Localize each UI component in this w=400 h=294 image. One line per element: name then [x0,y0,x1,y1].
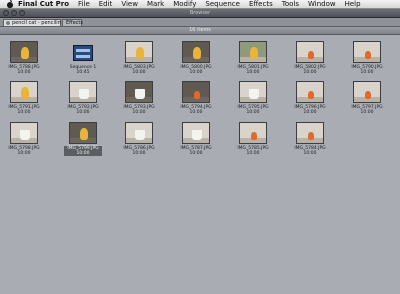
clip-thumbnail [239,41,267,63]
cup-figure [20,130,30,140]
clip-thumbnail [10,122,38,144]
item-count: 16 items [189,27,211,33]
sequence-track [76,49,90,52]
clip-duration: 10:00 [246,110,260,115]
tab-bar: pencil cat - pencilin Effects [0,18,400,27]
clip-duration: 10:00 [303,110,317,115]
clip-grid: IMG_5788.JPG 10:00 Sequence 1 10:45 IMG_5803… [0,34,400,294]
clip-thumbnail [296,122,324,144]
clip-thumbnail [69,122,97,144]
clip-thumbnail [69,81,97,103]
clip-thumbnail [182,81,210,103]
duck-figure [21,47,29,59]
menu-app-name[interactable]: Final Cut Pro [18,0,69,8]
clip-duration: 10:00 [246,151,260,156]
orange-figure [308,91,314,99]
clip-duration: 10:00 [189,110,203,115]
menu-view[interactable]: View [121,0,138,8]
duck-figure [21,87,29,99]
apple-icon[interactable] [7,0,13,8]
clip-thumbnail [10,41,38,63]
window-title: Browser [189,10,211,16]
cup-figure [249,89,259,99]
sequence-icon [73,45,93,61]
cup-figure [135,130,145,140]
clip-duration: 10:00 [64,151,102,156]
clip-duration: 10:00 [17,110,31,115]
menu-mark[interactable]: Mark [147,0,164,8]
orange-figure [308,132,314,140]
clip-thumbnail [125,41,153,63]
menu-modify[interactable]: Modify [173,0,196,8]
menu-tools[interactable]: Tools [282,0,299,8]
cup-figure [192,130,202,140]
clip-thumbnail [239,122,267,144]
menu-help[interactable]: Help [345,0,361,8]
orange-figure [251,132,257,140]
orange-figure [194,91,200,99]
menu-window[interactable]: Window [308,0,336,8]
clip-duration: 10:00 [76,110,90,115]
menu-file[interactable]: File [78,0,90,8]
clip-thumbnail [125,122,153,144]
clip-thumbnail [353,41,381,63]
orange-figure [308,51,314,59]
clip-thumbnail [296,41,324,63]
clip-thumbnail [353,81,381,103]
duck-figure [250,47,258,59]
clip-duration: 10:00 [189,70,203,75]
tab-close-icon[interactable] [6,21,10,25]
menu-bar: Final Cut Pro File Edit View Mark Modify… [0,0,400,9]
sequence-track [76,55,90,58]
orange-figure [365,91,371,99]
clip-duration: 10:00 [360,110,374,115]
clip-duration: 10:00 [303,70,317,75]
clip-thumbnail [182,122,210,144]
clip-duration: 10:00 [17,70,31,75]
clip-thumbnail [10,81,38,103]
duck-figure [193,47,201,59]
clip-duration: 10:00 [132,110,146,115]
duck-figure [80,128,88,140]
clip-thumbnail [125,81,153,103]
clip-duration: 10:00 [17,151,31,156]
clip-duration: 10:00 [246,70,260,75]
tab-effects[interactable]: Effects [62,19,83,26]
clip-duration: 10:00 [360,70,374,75]
menu-sequence[interactable]: Sequence [205,0,240,8]
clip-duration: 10:00 [189,151,203,156]
clip-thumbnail [239,81,267,103]
clip-thumbnail [296,81,324,103]
tab-effects-label: Effects [66,20,83,26]
clip-duration: 10:00 [132,151,146,156]
clip-duration: 10:00 [132,70,146,75]
menu-edit[interactable]: Edit [99,0,113,8]
orange-figure [365,51,371,59]
window-titlebar[interactable]: Browser [0,9,400,18]
tab-project[interactable]: pencil cat - pencilin [3,19,61,26]
clip-thumbnail [182,41,210,63]
tab-project-label: pencil cat - pencilin [12,20,61,26]
duck-figure [136,47,144,59]
cup-figure [79,89,89,99]
clip-duration: 10:45 [76,70,90,75]
menu-effects[interactable]: Effects [249,0,273,8]
clip-duration: 10:00 [303,151,317,156]
cup-figure [135,89,145,99]
